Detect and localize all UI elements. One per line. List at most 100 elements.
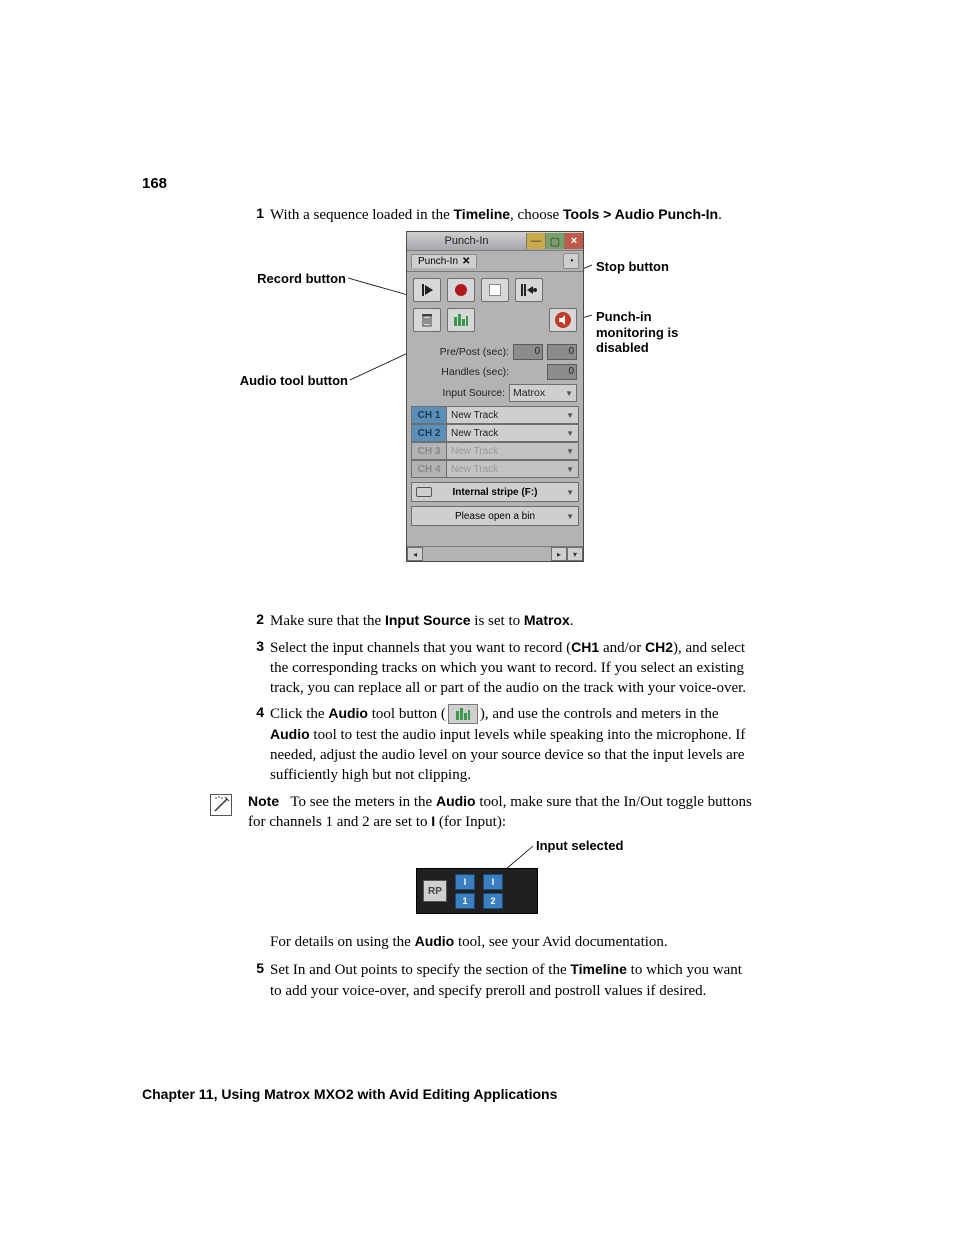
drive-icon	[416, 487, 432, 497]
dropdown-arrow-icon: ▼	[566, 488, 574, 497]
callout-monitoring-disabled: Punch-in monitoring is disabled	[596, 309, 716, 356]
bold: CH2	[645, 639, 673, 655]
channel-1-button[interactable]: CH 1	[411, 406, 447, 424]
window-title: Punch-In	[407, 235, 526, 247]
text: To see the meters in the	[290, 794, 436, 810]
step-4: 4 Click the Audio tool button (), and us…	[246, 704, 756, 785]
handles-value[interactable]: 0	[547, 364, 577, 380]
callout-stop-button: Stop button	[596, 259, 676, 275]
text: With a sequence loaded in the	[270, 207, 454, 223]
ch2-input-toggle[interactable]: I	[483, 874, 503, 890]
track-value: New Track	[451, 464, 498, 475]
note: Note To see the meters in the Audio tool…	[246, 792, 756, 833]
bin-value: Please open a bin	[455, 511, 535, 522]
text: For details on using the	[270, 934, 415, 950]
channel-row-1: CH 1 New Track▼	[411, 406, 579, 424]
channel-4-button[interactable]: CH 4	[411, 460, 447, 478]
bold: Audio	[328, 705, 368, 721]
bold: Audio	[270, 726, 310, 742]
callout-record-button: Record button	[236, 271, 346, 287]
bold: Matrox	[524, 612, 570, 628]
text: , choose	[510, 207, 563, 223]
audio-io-panel: RP I 1 I 2	[416, 868, 538, 914]
dropdown-arrow-icon: ▼	[566, 465, 574, 474]
titlebar: Punch-In — ▢ ×	[407, 232, 583, 251]
note-icon	[210, 794, 232, 816]
text: tool button (	[368, 706, 446, 722]
input-source-value: Matrox	[513, 387, 545, 399]
step-5: 5 Set In and Out points to specify the s…	[246, 960, 756, 1001]
dropdown-arrow-icon: ▼	[566, 512, 574, 521]
trash-button[interactable]	[413, 308, 441, 332]
settings-gear-icon[interactable]: ◔	[563, 253, 579, 269]
channel-row-3: CH 3 New Track▼	[411, 442, 579, 460]
tab-punchin[interactable]: Punch-In ✕	[411, 254, 477, 268]
go-to-out-button[interactable]	[515, 278, 543, 302]
rp-button[interactable]: RP	[423, 880, 447, 902]
postroll-value[interactable]: 0	[547, 344, 577, 360]
step-number: 2	[246, 611, 264, 631]
scroll-menu-button[interactable]: ▾	[567, 547, 583, 561]
bold: Audio	[436, 793, 476, 809]
ch1-input-toggle[interactable]: I	[455, 874, 475, 890]
minimize-button[interactable]: —	[526, 233, 545, 249]
bin-select[interactable]: Please open a bin ▼	[411, 506, 579, 526]
details-text: For details on using the Audio tool, see…	[270, 932, 756, 952]
close-button[interactable]: ×	[564, 233, 583, 249]
bold: Input Source	[385, 612, 471, 628]
text: .	[718, 207, 722, 223]
note-body: Note To see the meters in the Audio tool…	[248, 792, 756, 833]
punchin-window: Punch-In — ▢ × Punch-In ✕ ◔	[406, 231, 584, 562]
step-2: 2 Make sure that the Input Source is set…	[246, 611, 756, 631]
channel-row-2: CH 2 New Track▼	[411, 424, 579, 442]
maximize-button[interactable]: ▢	[545, 233, 564, 249]
callout-input-selected: Input selected	[536, 838, 623, 854]
text: Select the input channels that you want …	[270, 640, 571, 656]
monitoring-button[interactable]	[549, 308, 577, 332]
channel-3-track-select[interactable]: New Track▼	[447, 442, 579, 460]
ch2-number[interactable]: 2	[483, 893, 503, 909]
channel-3-button[interactable]: CH 3	[411, 442, 447, 460]
bold: Audio	[415, 933, 455, 949]
handles-row: Handles (sec): 0	[407, 362, 583, 382]
drive-select[interactable]: Internal stripe (F:) ▼	[411, 482, 579, 502]
input-source-select[interactable]: Matrox▼	[509, 384, 577, 402]
step-body: Set In and Out points to specify the sec…	[270, 960, 756, 1001]
channel-2-track-select[interactable]: New Track▼	[447, 424, 579, 442]
scroll-right-button[interactable]: ▸	[551, 547, 567, 561]
channel-1-io: I 1	[455, 874, 475, 909]
step-body: Click the Audio tool button (), and use …	[270, 704, 756, 785]
dropdown-arrow-icon: ▼	[566, 447, 574, 456]
scroll-left-button[interactable]: ◂	[407, 547, 423, 561]
ch1-number[interactable]: 1	[455, 893, 475, 909]
record-button[interactable]	[447, 278, 475, 302]
text: tool, see your Avid documentation.	[454, 934, 667, 950]
figure-punchin: Record button Audio tool button Stop but…	[246, 231, 756, 601]
handles-label: Handles (sec):	[413, 366, 509, 378]
channel-2-button[interactable]: CH 2	[411, 424, 447, 442]
text: (for Input):	[435, 814, 506, 830]
channel-4-track-select[interactable]: New Track ▼	[447, 460, 579, 478]
tab-close-icon[interactable]: ✕	[462, 256, 470, 267]
text: Set In and Out points to specify the sec…	[270, 962, 570, 978]
toolbar	[407, 272, 583, 342]
step-number: 5	[246, 960, 264, 1001]
page-content: 1 With a sequence loaded in the Timeline…	[246, 205, 756, 1007]
stop-button[interactable]	[481, 278, 509, 302]
audio-tool-button[interactable]	[447, 308, 475, 332]
text: .	[570, 613, 574, 629]
play-in-out-button[interactable]	[413, 278, 441, 302]
step-number: 1	[246, 205, 264, 225]
step-number: 3	[246, 638, 264, 699]
page-number: 168	[142, 175, 167, 192]
text: tool to test the audio input levels whil…	[270, 727, 745, 784]
step-1: 1 With a sequence loaded in the Timeline…	[246, 205, 756, 225]
preroll-value[interactable]: 0	[513, 344, 543, 360]
text: and/or	[599, 640, 645, 656]
track-value: New Track	[451, 410, 498, 421]
chapter-footer: Chapter 11, Using Matrox MXO2 with Avid …	[142, 1086, 557, 1102]
step-body: With a sequence loaded in the Timeline, …	[270, 205, 756, 225]
drive-value: Internal stripe (F:)	[452, 487, 537, 498]
channel-1-track-select[interactable]: New Track▼	[447, 406, 579, 424]
bold: CH1	[571, 639, 599, 655]
